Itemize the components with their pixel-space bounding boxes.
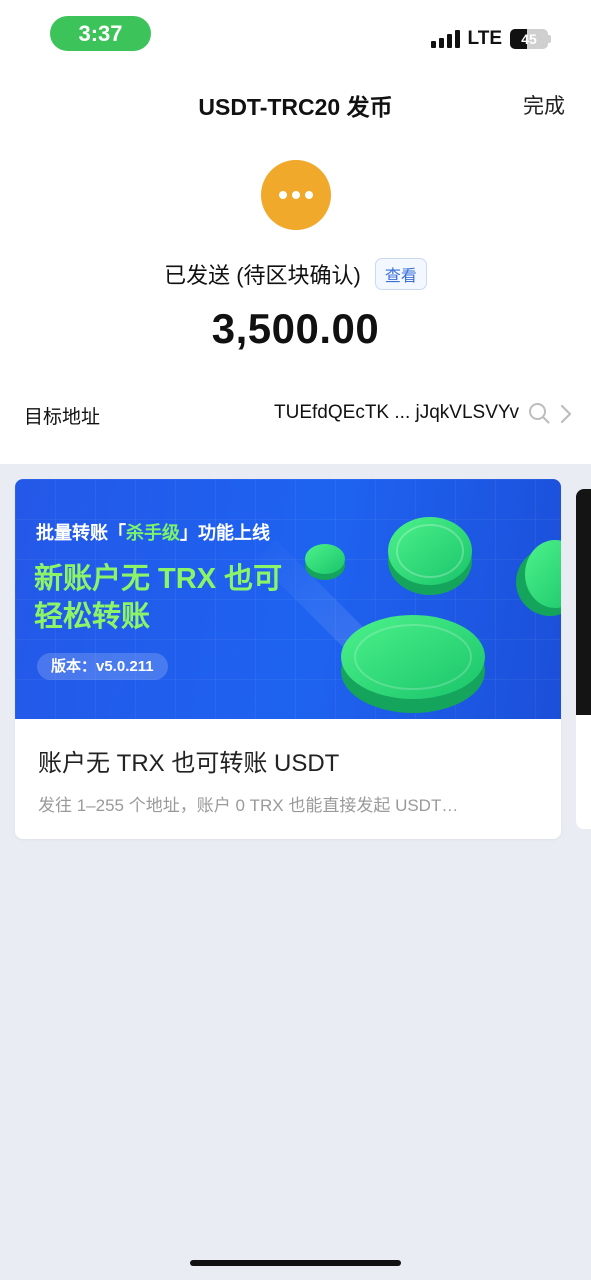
network-type: LTE <box>467 28 502 49</box>
done-button[interactable]: 完成 <box>523 90 565 120</box>
next-promo-card[interactable] <box>576 489 591 829</box>
version-badge: 版本：v5.0.211 <box>37 653 168 680</box>
battery-icon: 45 <box>510 29 548 49</box>
address-value: TUEfdQEcTK ... jJqkVLSVYv <box>274 402 519 423</box>
view-button[interactable]: 查看 <box>374 258 427 290</box>
banner-headline: 批量转账「杀手级」功能上线 <box>36 519 270 545</box>
banner-headline-suffix: 」功能上线 <box>180 523 270 543</box>
banner-headline-prefix: 批量转账「 <box>36 523 126 543</box>
chevron-right-icon <box>560 404 572 424</box>
header-section: 3:37 LTE 45 USDT-TRC20 发币 完成 已发送 (待区块确认)… <box>0 0 591 464</box>
search-icon[interactable] <box>528 402 550 424</box>
banner-title-line2: 轻松转账 <box>34 601 151 633</box>
card-description: 发往 1–255 个地址，账户 0 TRX 也能直接发起 USDT… <box>38 796 459 815</box>
status-text: 已发送 (待区块确认) <box>164 263 361 288</box>
page-title: USDT-TRC20 发币 <box>198 94 393 120</box>
more-dots-icon <box>261 160 331 230</box>
amount: 3,500.00 <box>211 305 380 352</box>
status-indicators: LTE 45 <box>430 27 551 51</box>
card-title: 账户无 TRX 也可转账 USDT <box>38 750 340 777</box>
target-address-row[interactable]: 目标地址 TUEfdQEcTK ... jJqkVLSVYv <box>0 398 591 432</box>
battery-level: 45 <box>521 31 537 47</box>
home-indicator[interactable] <box>190 1260 401 1266</box>
promo-card[interactable]: 批量转账「杀手级」功能上线 新账户无 TRX 也可 轻松转账 版本：v5.0.2… <box>15 479 561 839</box>
status-time: 3:37 <box>50 16 151 51</box>
status-row: 已发送 (待区块确认) 查看 <box>0 258 591 290</box>
address-label: 目标地址 <box>24 407 101 428</box>
banner-headline-highlight: 杀手级 <box>126 523 180 543</box>
banner-title-line1: 新账户无 TRX 也可 <box>34 563 283 595</box>
promo-banner: 批量转账「杀手级」功能上线 新账户无 TRX 也可 轻松转账 版本：v5.0.2… <box>15 479 561 719</box>
signal-icon <box>430 30 460 48</box>
